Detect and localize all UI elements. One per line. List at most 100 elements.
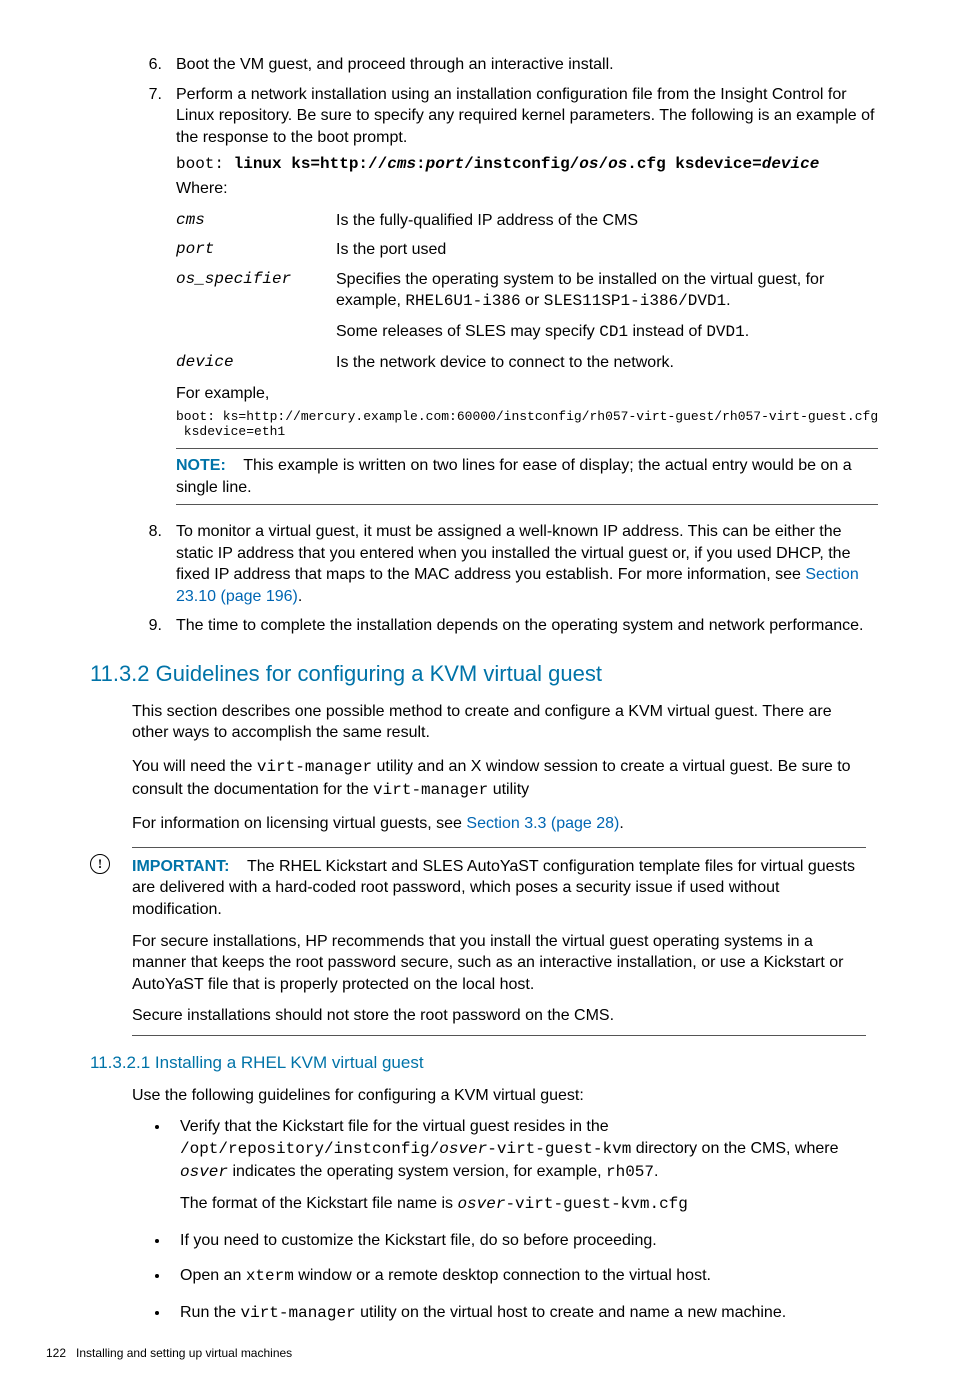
code: -virt-guest-kvm: [487, 1140, 631, 1158]
bullet-line2: The format of the Kickstart file name is…: [180, 1193, 866, 1216]
text: You will need the: [132, 758, 257, 775]
code: SLES11SP1-i386/DVD1: [544, 292, 726, 310]
step-text: Boot the VM guest, and proceed through a…: [176, 54, 866, 76]
step-6: 6. Boot the VM guest, and proceed throug…: [88, 54, 866, 76]
code: CD1: [599, 323, 628, 341]
def-row-os: os_specifier Specifies the operating sys…: [176, 265, 878, 348]
bullet-list: Verify that the Kickstart file for the v…: [152, 1116, 866, 1324]
code: xterm: [246, 1267, 294, 1285]
text: The format of the Kickstart file name is: [180, 1195, 457, 1212]
section-link[interactable]: Section 3.3 (page 28): [466, 815, 619, 832]
text: For information on licensing virtual gue…: [132, 815, 466, 832]
code: rh057: [606, 1163, 654, 1181]
def-row-device: device Is the network device to connect …: [176, 348, 878, 378]
cmd-part: /instconfig/: [464, 155, 579, 173]
section-para: This section describes one possible meth…: [132, 701, 866, 744]
text: indicates the operating system version, …: [228, 1163, 606, 1180]
def-desc: Is the fully-qualified IP address of the…: [336, 206, 878, 236]
code: /opt/repository/instconfig/: [180, 1140, 439, 1158]
important-label: IMPORTANT:: [132, 858, 229, 875]
code: RHEL6U1-i386: [405, 292, 520, 310]
bullet-item: If you need to customize the Kickstart f…: [170, 1230, 866, 1252]
section-1132: 11.3.2 Guidelines for configuring a KVM …: [132, 659, 866, 1325]
important-box: ! IMPORTANT: The RHEL Kickstart and SLES…: [132, 847, 866, 1036]
step-text: The time to complete the installation de…: [176, 615, 866, 637]
code: -virt-guest-kvm.cfg: [505, 1195, 687, 1213]
bullet-item: Run the virt-manager utility on the virt…: [170, 1302, 866, 1325]
text: utility on the virtual host to create an…: [356, 1304, 786, 1321]
cmd-var: cms: [387, 155, 416, 173]
text: or: [521, 292, 544, 309]
text: To monitor a virtual guest, it must be a…: [176, 523, 850, 583]
ordered-steps: 6. Boot the VM guest, and proceed throug…: [88, 54, 866, 637]
def-desc-line2: Some releases of SLES may specify CD1 in…: [336, 321, 868, 344]
text: Some releases of SLES may specify: [336, 323, 599, 340]
step-number: 6.: [88, 54, 176, 76]
text: utility: [488, 781, 529, 798]
important-para: For secure installations, HP recommends …: [132, 931, 866, 996]
step-8: 8. To monitor a virtual guest, it must b…: [88, 521, 866, 607]
cmd-var: os: [579, 155, 598, 173]
text: .: [298, 588, 302, 605]
step-7: 7. Perform a network installation using …: [88, 84, 866, 514]
step-number: 9.: [88, 615, 176, 637]
page-number: 122: [46, 1346, 66, 1360]
code-var: osver: [457, 1195, 505, 1213]
cmd-part: .cfg ksdevice=: [627, 155, 761, 173]
cmd-part: /: [598, 155, 608, 173]
code: virt-manager: [257, 758, 372, 776]
boot-command: boot: linux ks=http://cms:port/instconfi…: [176, 154, 878, 176]
important-para: Secure installations should not store th…: [132, 1005, 866, 1027]
text: .: [745, 323, 749, 340]
cmd-var: os: [608, 155, 627, 173]
note-label: NOTE:: [176, 457, 226, 474]
definition-table: cms Is the fully-qualified IP address of…: [176, 206, 878, 378]
section-para: For information on licensing virtual gue…: [132, 813, 866, 835]
text: Verify that the Kickstart file for the v…: [180, 1118, 609, 1135]
footer-title: Installing and setting up virtual machin…: [76, 1346, 292, 1360]
for-example-label: For example,: [176, 383, 878, 405]
where-label: Where:: [176, 178, 878, 200]
step-9: 9. The time to complete the installation…: [88, 615, 866, 637]
section-para: You will need the virt-manager utility a…: [132, 756, 866, 801]
text: window or a remote desktop connection to…: [294, 1267, 711, 1284]
code: DVD1: [706, 323, 744, 341]
text: instead of: [628, 323, 706, 340]
text: The RHEL Kickstart and SLES AutoYaST con…: [132, 858, 855, 918]
text: .: [726, 292, 730, 309]
bullet-item: Open an xterm window or a remote desktop…: [170, 1265, 866, 1288]
code-var: osver: [439, 1140, 487, 1158]
def-row-port: port Is the port used: [176, 235, 878, 265]
cmd-var: port: [426, 155, 464, 173]
def-desc: Is the network device to connect to the …: [336, 348, 878, 378]
page-footer: 122 Installing and setting up virtual ma…: [46, 1345, 866, 1361]
cmd-part: linux ks=http://: [234, 155, 388, 173]
section-heading: 11.3.2 Guidelines for configuring a KVM …: [90, 659, 866, 689]
text: directory on the CMS, where: [631, 1140, 838, 1157]
text: Run the: [180, 1304, 240, 1321]
text: Open an: [180, 1267, 246, 1284]
def-desc: Specifies the operating system to be ins…: [336, 265, 878, 348]
text: .: [619, 815, 623, 832]
bullet-item: Verify that the Kickstart file for the v…: [170, 1116, 866, 1215]
cmd-part: :: [416, 155, 426, 173]
step-text: To monitor a virtual guest, it must be a…: [176, 521, 866, 607]
cmd-prefix: boot:: [176, 155, 234, 173]
def-desc: Is the port used: [336, 235, 878, 265]
def-row-cms: cms Is the fully-qualified IP address of…: [176, 206, 878, 236]
step-number: 8.: [88, 521, 176, 607]
step-content: Perform a network installation using an …: [176, 84, 878, 514]
def-term: device: [176, 348, 336, 378]
text: .: [654, 1163, 658, 1180]
code: virt-manager: [373, 781, 488, 799]
subsection-intro: Use the following guidelines for configu…: [132, 1085, 866, 1107]
code-var: osver: [180, 1163, 228, 1181]
important-icon: !: [90, 854, 110, 874]
example-code: boot: ks=http://mercury.example.com:6000…: [176, 409, 878, 440]
code: virt-manager: [240, 1304, 355, 1322]
def-term: os_specifier: [176, 265, 336, 348]
subsection-heading: 11.3.2.1 Installing a RHEL KVM virtual g…: [90, 1052, 866, 1075]
step-number: 7.: [88, 84, 176, 514]
def-term: port: [176, 235, 336, 265]
important-para: IMPORTANT: The RHEL Kickstart and SLES A…: [132, 856, 866, 921]
